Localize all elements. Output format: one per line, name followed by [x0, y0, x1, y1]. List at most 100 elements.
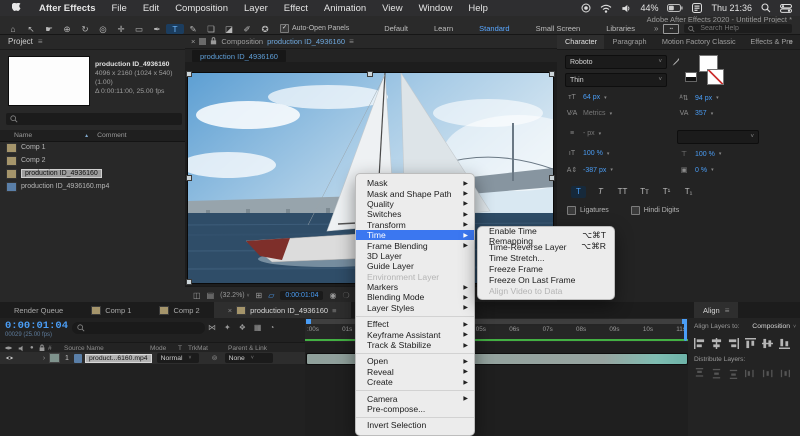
- menubar-item[interactable]: Effect: [276, 3, 316, 14]
- layer-label-color[interactable]: [49, 353, 60, 363]
- help-search-input[interactable]: [698, 24, 788, 33]
- workspace-tab[interactable]: Learn: [421, 24, 466, 33]
- distribute-horizontal-center-icon[interactable]: [762, 368, 773, 379]
- distribute-right-icon[interactable]: [779, 368, 790, 379]
- panel-tab[interactable]: Paragraph: [604, 37, 653, 46]
- apple-logo-icon[interactable]: [0, 3, 31, 14]
- selection-handle[interactable]: [186, 175, 192, 181]
- tool-icon[interactable]: ⊕: [58, 24, 76, 34]
- selection-handle[interactable]: [549, 71, 555, 77]
- menubar-item[interactable]: File: [104, 3, 135, 14]
- parent-link-select[interactable]: None˅: [225, 353, 273, 363]
- context-menu-item[interactable]: Transform ▶: [356, 220, 474, 230]
- track-matte-icon[interactable]: ⊚: [207, 354, 223, 362]
- lock-column-icon[interactable]: [39, 344, 45, 352]
- distribute-bottom-icon[interactable]: [728, 368, 739, 379]
- context-menu-item[interactable]: Create ▶: [356, 377, 474, 387]
- column-trkmat[interactable]: TrkMat: [188, 345, 208, 352]
- selection-handle[interactable]: [186, 71, 192, 77]
- align-top-icon[interactable]: [745, 338, 756, 349]
- stroke-style-select[interactable]: ˅: [677, 130, 759, 144]
- frame-blending-icon[interactable]: ✦: [224, 323, 231, 332]
- layer-expander-icon[interactable]: ›: [39, 355, 49, 362]
- layer-row[interactable]: › 1 product...6160.mp4 Normal˅ ⊚ None˅: [0, 352, 305, 364]
- magnification-dropdown[interactable]: (32.2%) ˅: [220, 292, 249, 299]
- timeline-tab[interactable]: × Comp 1 ≡: [77, 302, 145, 318]
- project-item-row[interactable]: production ID_4936160: [0, 167, 185, 180]
- small-caps-toggle[interactable]: Tт: [637, 186, 652, 198]
- column-comment[interactable]: Comment: [97, 132, 126, 139]
- tool-icon[interactable]: ✎: [184, 24, 202, 34]
- column-t[interactable]: T: [178, 345, 182, 352]
- context-menu-item[interactable]: Time ▶: [356, 230, 474, 240]
- column-number[interactable]: #: [48, 345, 52, 352]
- tool-icon[interactable]: ✒: [148, 24, 166, 34]
- align-horizontal-center-icon[interactable]: [711, 338, 722, 349]
- font-family-select[interactable]: Roboto˅: [565, 55, 667, 69]
- align-tab[interactable]: Align≡: [694, 302, 738, 318]
- kerning-value[interactable]: Metrics: [583, 110, 606, 117]
- context-menu-item[interactable]: Track & Stabilize ▶: [356, 340, 474, 350]
- tool-icon[interactable]: ↖: [22, 24, 40, 34]
- column-source-name[interactable]: Source Name: [64, 345, 104, 352]
- main-viewer-icon[interactable]: ▤: [207, 291, 215, 300]
- context-menu-item[interactable]: Switches ▶: [356, 209, 474, 219]
- submenu-item[interactable]: Freeze On Last Frame: [478, 274, 614, 285]
- draft-3d-icon[interactable]: ◔: [269, 323, 274, 332]
- faux-italic-toggle[interactable]: T: [593, 186, 608, 198]
- submenu-item[interactable]: Time-Reverse Layer ⌥⌘R: [478, 241, 614, 252]
- all-caps-toggle[interactable]: TT: [615, 186, 630, 198]
- leading-value[interactable]: 94 px: [695, 95, 712, 102]
- distribute-vertical-center-icon[interactable]: [711, 368, 722, 379]
- workspace-bar-icon[interactable]: ▪▪: [663, 24, 679, 34]
- align-to-select[interactable]: Composition˅: [752, 323, 796, 330]
- selected-item-name[interactable]: production ID_4936160: [95, 60, 183, 69]
- tool-icon[interactable]: ✛: [112, 24, 130, 34]
- tool-icon[interactable]: ❏: [202, 24, 220, 34]
- distribute-left-icon[interactable]: [745, 368, 756, 379]
- composition-timecode[interactable]: 0:00:01:04: [280, 291, 323, 300]
- screen-record-icon[interactable]: [581, 3, 591, 13]
- default-colors-swatch[interactable]: [685, 72, 697, 82]
- menubar-item[interactable]: View: [374, 3, 410, 14]
- panel-menu-icon[interactable]: ≡: [349, 37, 354, 46]
- align-left-icon[interactable]: [694, 338, 705, 349]
- timeline-tab[interactable]: × production ID_4936160 ≡: [214, 302, 351, 318]
- context-menu-item[interactable]: ▶: [356, 353, 474, 354]
- font-style-select[interactable]: Thin˅: [565, 73, 667, 87]
- workspace-tab[interactable]: Small Screen: [523, 24, 594, 33]
- ligatures-checkbox[interactable]: [567, 206, 576, 215]
- project-item-row[interactable]: Comp 2: [0, 154, 185, 167]
- fill-stroke-swatches[interactable]: [685, 55, 725, 87]
- auto-open-panels-toggle[interactable]: ✓ Auto-Open Panels: [280, 24, 349, 33]
- context-menu-item[interactable]: Layer Styles ▶: [356, 303, 474, 313]
- panel-tab[interactable]: Character: [557, 34, 604, 49]
- workspace-tab[interactable]: Libraries: [593, 24, 648, 33]
- project-search-field[interactable]: [6, 113, 182, 125]
- hindi-digits-checkbox[interactable]: [631, 206, 640, 215]
- context-menu-item[interactable]: ▶: [356, 417, 474, 418]
- menubar-item[interactable]: Layer: [236, 3, 276, 14]
- context-menu-item[interactable]: Keyframe Assistant ▶: [356, 329, 474, 339]
- stroke-color-swatch[interactable]: [707, 69, 724, 85]
- align-right-icon[interactable]: [728, 338, 739, 349]
- context-menu-item[interactable]: Reveal ▶: [356, 367, 474, 377]
- layer-visibility-eye-icon[interactable]: [5, 355, 14, 361]
- selection-handle[interactable]: [186, 279, 192, 285]
- align-bottom-icon[interactable]: [779, 338, 790, 349]
- menubar-item[interactable]: Animation: [316, 3, 374, 14]
- project-item-row[interactable]: production ID_4936160.mp4: [0, 180, 185, 193]
- battery-icon[interactable]: [667, 4, 683, 12]
- context-menu-item[interactable]: Invert Selection ▶: [356, 420, 474, 430]
- more-panels-icon[interactable]: »: [789, 37, 797, 46]
- region-of-interest-icon[interactable]: ▱: [268, 291, 274, 300]
- timeline-search-field[interactable]: [72, 322, 205, 334]
- volume-icon[interactable]: [621, 4, 631, 13]
- context-menu-item[interactable]: ▶: [356, 316, 474, 317]
- sort-icon[interactable]: ▲: [84, 133, 89, 139]
- tool-icon[interactable]: ⌂: [4, 24, 22, 34]
- submenu-item[interactable]: Freeze Frame: [478, 263, 614, 274]
- control-center-icon[interactable]: [780, 4, 792, 13]
- context-menu-item[interactable]: Camera ▶: [356, 393, 474, 403]
- subscript-toggle[interactable]: T₁: [681, 186, 696, 198]
